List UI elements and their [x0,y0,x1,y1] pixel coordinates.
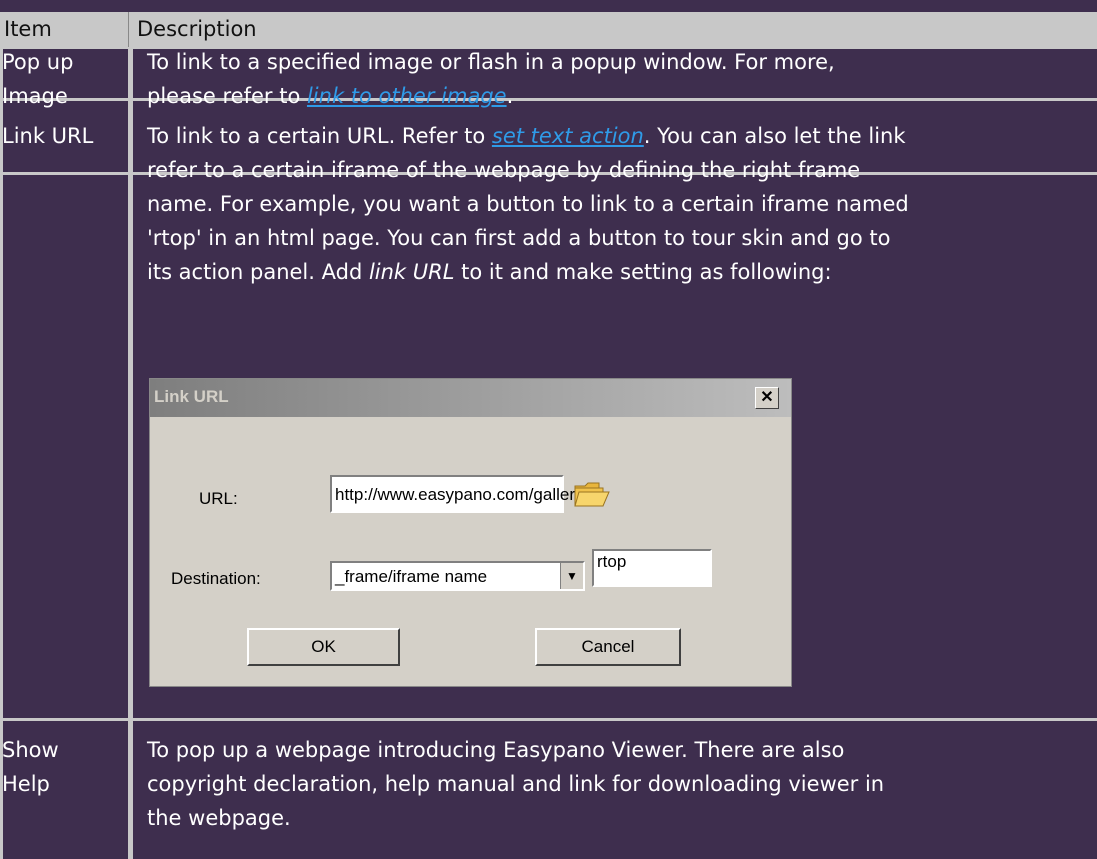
description-line: please refer to link to other image. [147,79,835,113]
description-text: its action panel. Add [147,260,369,284]
url-label: URL: [199,489,238,508]
header-description-cell: Description [133,12,257,47]
table-header: Item Description [0,12,1097,47]
item-label-line: Help [2,772,50,796]
description-text: please refer to [147,84,307,108]
item-label-line: Pop up [2,50,74,74]
description-text: to it and make setting as following: [454,260,832,284]
description-line: To pop up a webpage introducing Easypano… [147,738,845,762]
close-icon[interactable]: ✕ [755,387,779,409]
destination-value: _frame/iframe name [335,567,488,586]
header-item-cell: Item [0,12,129,47]
description-line: To link to a certain URL. Refer to set t… [147,119,909,153]
destination-select[interactable]: _frame/iframe name ▼ [330,561,585,591]
item-cell: Show Help [2,733,59,801]
description-cell: To link to a specified image or flash in… [147,45,835,113]
emphasized-text: link URL [368,260,455,284]
description-text: To link to a certain URL. Refer to [147,124,492,148]
item-cell: Pop up Image [2,45,73,113]
description-line: copyright declaration, help manual and l… [147,772,885,796]
item-label-line: Show [2,738,59,762]
url-input[interactable]: http://www.easypano.com/galler [330,475,575,513]
dialog-title-bar: Link URL ✕ [150,379,791,417]
item-cell: Link URL [2,119,93,153]
destination-label: Destination: [171,569,261,588]
description-text: . [506,84,514,108]
description-text: . You can also let the link [643,124,906,148]
set-text-action-link[interactable]: set text action [492,124,644,148]
description-line: name. For example, you want a button to … [147,192,909,216]
item-label-line: Link URL [2,124,94,148]
description-line: its action panel. Add link URL to it and… [147,255,909,289]
dialog-title: Link URL [154,387,229,406]
link-url-dialog: Link URL ✕ URL: http://www.easypano.com/… [149,378,792,687]
description-cell: To link to a certain URL. Refer to set t… [147,119,909,289]
folder-open-icon[interactable] [573,478,611,510]
chevron-down-icon[interactable]: ▼ [560,563,583,589]
header-item-label: Item [4,17,52,41]
header-description-label: Description [137,17,257,41]
description-line: To link to a specified image or flash in… [147,50,835,74]
description-line: refer to a certain iframe of the webpage… [147,158,861,182]
description-cell: To pop up a webpage introducing Easypano… [147,733,884,835]
description-line: 'rtop' in an html page. You can first ad… [147,226,891,250]
column-divider [128,47,133,859]
row-divider [0,718,1097,721]
ok-button[interactable]: OK [247,628,400,666]
description-line: the webpage. [147,806,291,830]
cancel-button[interactable]: Cancel [535,628,681,666]
frame-name-input[interactable]: rtop [592,549,712,587]
link-to-other-image-link[interactable]: link to other image [307,84,507,108]
item-label-line: Image [2,84,68,108]
